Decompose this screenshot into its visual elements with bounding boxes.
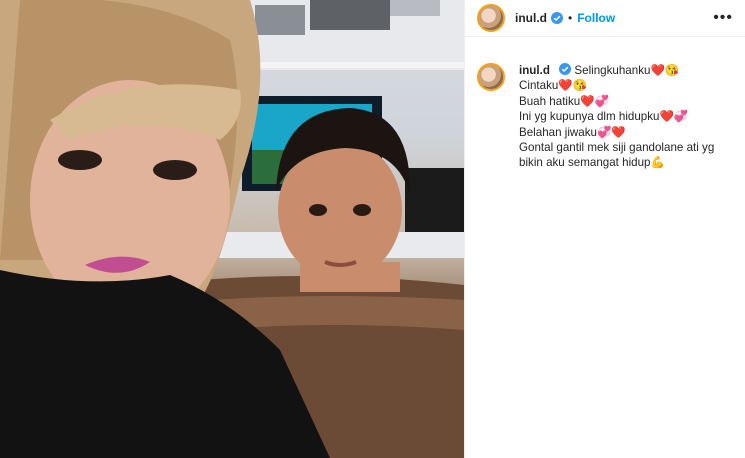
username-link[interactable]: inul.d (515, 11, 547, 25)
caption-line-2: Cintaku❤️😘 (519, 79, 588, 93)
avatar[interactable] (477, 4, 505, 32)
caption-text: inul.d Selingkuhanku❤️😘 Cintaku❤️😘 Buah … (519, 63, 733, 171)
caption-avatar[interactable] (477, 63, 505, 91)
follow-button[interactable]: Follow (577, 11, 615, 25)
verified-badge-icon (559, 63, 572, 75)
verified-badge-icon (551, 12, 563, 24)
caption-username[interactable]: inul.d (519, 64, 550, 77)
caption-line-6: Gontal gantil mek siji gandolane ati yg … (519, 141, 715, 170)
separator-dot: • (568, 11, 573, 25)
more-options-icon[interactable]: ••• (713, 10, 733, 26)
post-header: inul.d • Follow ••• (465, 0, 745, 37)
post-photo[interactable] (0, 0, 464, 458)
post-sidebar: inul.d • Follow ••• inul.d Selingkuhanku… (464, 0, 745, 458)
caption: inul.d Selingkuhanku❤️😘 Cintaku❤️😘 Buah … (465, 37, 745, 171)
caption-line-1: Selingkuhanku❤️😘 (574, 64, 680, 77)
instagram-post: inul.d • Follow ••• inul.d Selingkuhanku… (0, 0, 745, 458)
caption-line-4: Ini yg kupunya dlm hidupku❤️💞 (519, 110, 689, 124)
caption-line-5: Belahan jiwaku💞❤️ (519, 125, 626, 139)
caption-line-3: Buah hatiku❤️💞 (519, 94, 610, 108)
photo-illustration (0, 0, 464, 458)
